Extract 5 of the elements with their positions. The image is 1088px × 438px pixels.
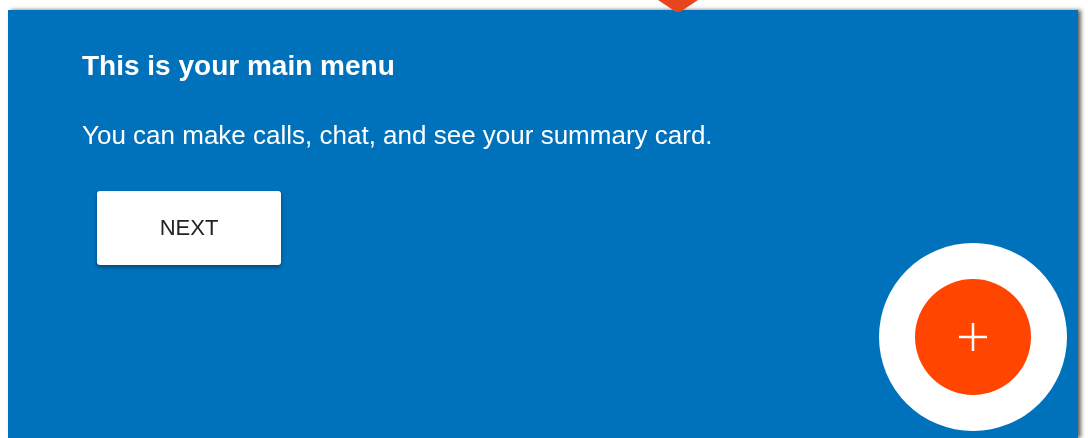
tooltip-title: This is your main menu	[82, 50, 395, 82]
tooltip-text: You can make calls, chat, and see your summary card.	[82, 120, 713, 151]
next-button[interactable]: NEXT	[97, 191, 281, 265]
pointer-arrow	[658, 0, 698, 12]
plus-icon	[958, 322, 988, 352]
